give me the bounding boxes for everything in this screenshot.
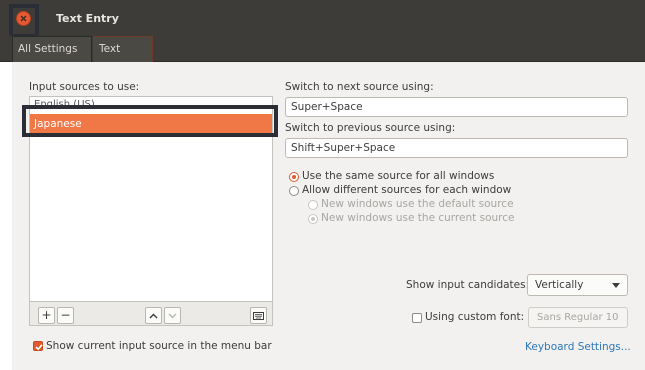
plus-icon: + bbox=[41, 308, 52, 322]
breadcrumb-text-entry[interactable]: Text Entry bbox=[93, 36, 153, 79]
move-up-button[interactable] bbox=[145, 307, 162, 324]
custom-font-checkbox[interactable] bbox=[412, 313, 422, 323]
sources-heading: Input sources to use: bbox=[29, 81, 140, 93]
same-source-radio[interactable] bbox=[289, 172, 299, 182]
new-default-radio[interactable] bbox=[308, 200, 318, 210]
breadcrumb-all-settings[interactable]: All Settings bbox=[12, 36, 92, 62]
next-source-label: Switch to next source using: bbox=[285, 81, 434, 93]
minus-icon: − bbox=[60, 308, 71, 322]
move-down-button[interactable] bbox=[164, 307, 181, 324]
different-sources-label: Allow different sources for each window bbox=[302, 184, 512, 196]
add-source-button[interactable]: + bbox=[38, 307, 55, 324]
prev-source-field[interactable]: Shift+Super+Space bbox=[285, 138, 628, 158]
different-sources-radio[interactable] bbox=[289, 186, 299, 196]
new-current-label: New windows use the current source bbox=[321, 212, 515, 224]
breadcrumb: All Settings Text Entry bbox=[0, 36, 645, 79]
dropdown-arrow-icon bbox=[612, 283, 620, 288]
keyboard-settings-link[interactable]: Keyboard Settings... bbox=[525, 341, 631, 353]
list-toolbar: + − bbox=[29, 302, 273, 326]
menubar-label: Show current input source in the menu ba… bbox=[46, 340, 272, 352]
font-chooser-button[interactable]: Sans Regular 10 bbox=[528, 307, 628, 328]
new-default-label: New windows use the default source bbox=[321, 198, 514, 210]
chevron-down-icon bbox=[168, 313, 177, 319]
new-current-radio[interactable] bbox=[308, 214, 318, 224]
candidates-select[interactable]: Vertically bbox=[527, 274, 628, 296]
chevron-up-icon bbox=[149, 313, 158, 319]
same-source-label: Use the same source for all windows bbox=[302, 170, 495, 182]
window-title: Text Entry bbox=[56, 12, 119, 25]
keyboard-icon bbox=[253, 312, 264, 320]
prev-source-label: Switch to previous source using: bbox=[285, 122, 456, 134]
selected-item-highlight-box bbox=[22, 105, 278, 137]
remove-source-button[interactable]: − bbox=[57, 307, 74, 324]
candidates-label: Show input candidates: bbox=[406, 279, 530, 291]
title-bar: Text Entry bbox=[0, 0, 645, 36]
menubar-checkbox[interactable] bbox=[33, 341, 43, 351]
custom-font-label: Using custom font: bbox=[425, 311, 525, 323]
candidates-value: Vertically bbox=[535, 279, 584, 291]
next-source-field[interactable]: Super+Space bbox=[285, 97, 628, 117]
keyboard-layout-button[interactable] bbox=[250, 307, 267, 324]
close-highlight-box bbox=[9, 4, 39, 38]
